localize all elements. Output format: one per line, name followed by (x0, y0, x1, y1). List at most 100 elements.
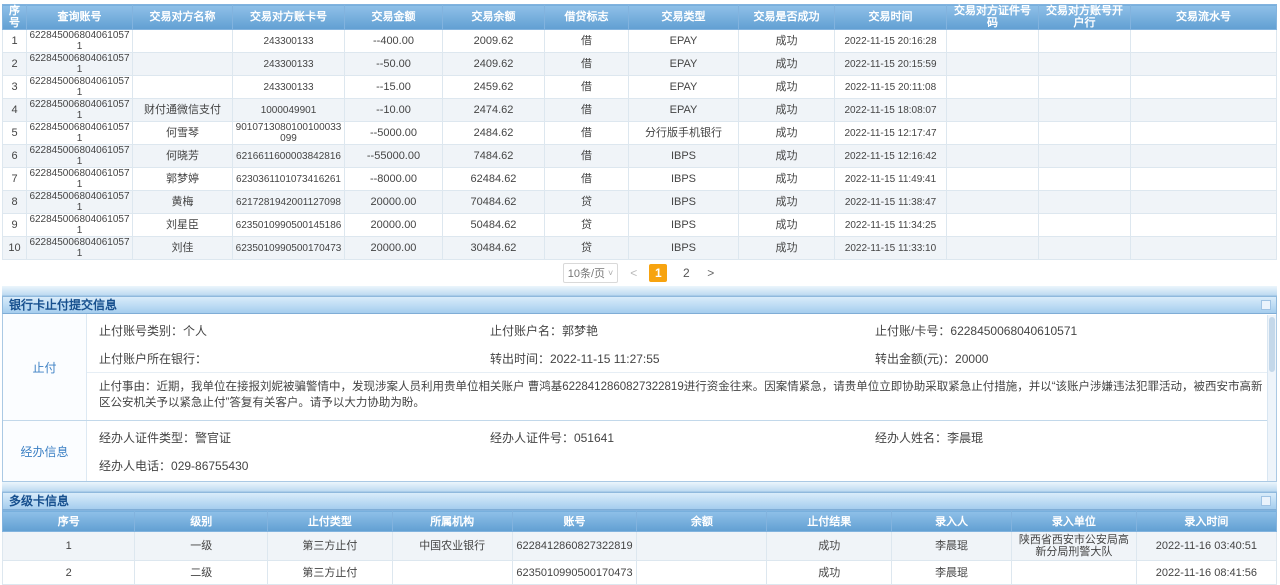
cell-counterparty-cert-no (947, 99, 1039, 122)
page-button-2[interactable]: 2 (677, 264, 695, 282)
multi-card-table: 序号级别止付类型所属机构账号余额止付结果录入人录入单位录入时间 1 一级 第三方… (2, 510, 1277, 585)
cell-amount: --55000.00 (345, 145, 443, 168)
cell-counterparty-card: 6235010990500170473 (233, 237, 345, 260)
cell-balance: 62484.62 (443, 168, 545, 191)
field-label: 止付账/卡号： (875, 324, 950, 338)
cell-result: 成功 (767, 561, 892, 585)
cell-seq: 5 (3, 122, 27, 145)
table-row[interactable]: 1 6228450068040610571 243300133 --400.00… (3, 30, 1277, 53)
cell-debit-credit-flag: 借 (545, 53, 629, 76)
section-title: 银行卡止付提交信息 (9, 298, 117, 312)
column-header: 交易流水号 (1131, 5, 1277, 30)
table-row[interactable]: 9 6228450068040610571 刘星臣 62350109905001… (3, 214, 1277, 237)
section-title: 多级卡信息 (9, 494, 69, 508)
table-row[interactable]: 3 6228450068040610571 243300133 --15.00 … (3, 76, 1277, 99)
collapse-icon[interactable] (1261, 300, 1271, 310)
officer-info-content: 经办人证件类型：警官证 经办人证件号：051641 经办人姓名：李晨琨 经办人电… (87, 421, 1276, 481)
cell-serial-no (1131, 76, 1277, 99)
table-row[interactable]: 10 6228450068040610571 刘佳 62350109905001… (3, 237, 1277, 260)
next-page-button[interactable]: > (705, 266, 716, 280)
cell-counterparty-name: 黄梅 (133, 191, 233, 214)
cell-balance (637, 561, 767, 585)
side-label-officer: 经办信息 (3, 421, 87, 481)
cell-counterparty-bank (1039, 237, 1131, 260)
field-label: 经办人证件类型： (99, 431, 195, 445)
prev-page-button[interactable]: < (628, 266, 639, 280)
fields-row: 经办人电话：029-86755430 (87, 451, 1276, 479)
stop-payment-content: 止付账号类别：个人 止付账户名：郭梦艳 止付账/卡号：6228450068040… (87, 314, 1276, 420)
column-header: 止付结果 (767, 511, 892, 532)
table-row[interactable]: 8 6228450068040610571 黄梅 621728194200112… (3, 191, 1277, 214)
cell-counterparty-name (133, 53, 233, 76)
cell-success: 成功 (739, 122, 835, 145)
cell-stop-type: 第三方止付 (267, 532, 392, 561)
cell-amount: --50.00 (345, 53, 443, 76)
cell-counterparty-bank (1039, 30, 1131, 53)
cell-counterparty-bank (1039, 168, 1131, 191)
cell-counterparty-name: 郭梦婷 (133, 168, 233, 191)
cell-account: 6228412860827322819 (512, 532, 637, 561)
table-row[interactable]: 4 6228450068040610571 财付通微信支付 1000049901… (3, 99, 1277, 122)
field-label: 止付账户名： (490, 324, 562, 338)
cell-counterparty-cert-no (947, 191, 1039, 214)
section-header-multi-card: 多级卡信息 (2, 492, 1277, 510)
page-button-1[interactable]: 1 (649, 264, 667, 282)
cell-debit-credit-flag: 借 (545, 122, 629, 145)
cell-org (392, 561, 512, 585)
cell-query-account: 6228450068040610571 (27, 214, 133, 237)
transaction-panel: 序号查询账号交易对方名称交易对方账卡号交易金额交易余额借贷标志交易类型交易是否成… (2, 4, 1277, 286)
cell-counterparty-card: 6216611600003842816 (233, 145, 345, 168)
field-value: 警官证 (195, 431, 231, 445)
cell-counterparty-cert-no (947, 214, 1039, 237)
table-row[interactable]: 2 二级 第三方止付 6235010990500170473 成功 李晨琨 20… (3, 561, 1277, 585)
field-label: 转出时间： (490, 352, 550, 366)
field-label: 止付账户所在银行： (99, 352, 207, 366)
cell-seq: 10 (3, 237, 27, 260)
cell-query-account: 6228450068040610571 (27, 145, 133, 168)
cell-amount: --15.00 (345, 76, 443, 99)
cell-result: 成功 (767, 532, 892, 561)
column-header: 交易类型 (629, 5, 739, 30)
cell-serial-no (1131, 168, 1277, 191)
cell-query-account: 6228450068040610571 (27, 76, 133, 99)
column-header: 交易金额 (345, 5, 443, 30)
cell-counterparty-bank (1039, 191, 1131, 214)
cell-transaction-type: IBPS (629, 145, 739, 168)
table-row[interactable]: 2 6228450068040610571 243300133 --50.00 … (3, 53, 1277, 76)
table-row[interactable]: 1 一级 第三方止付 中国农业银行 6228412860827322819 成功… (3, 532, 1277, 561)
cell-counterparty-cert-no (947, 145, 1039, 168)
cell-seq: 1 (3, 30, 27, 53)
table-row[interactable]: 7 6228450068040610571 郭梦婷 62303611010734… (3, 168, 1277, 191)
officer-info-group: 经办信息 经办人证件类型：警官证 经办人证件号：051641 经办人姓名：李晨琨 (3, 420, 1276, 481)
cell-query-account: 6228450068040610571 (27, 53, 133, 76)
cell-level: 二级 (135, 561, 267, 585)
table-row[interactable]: 5 6228450068040610571 何雪琴 90107130801001… (3, 122, 1277, 145)
cell-success: 成功 (739, 237, 835, 260)
field-label: 经办人姓名： (875, 431, 947, 445)
stop-payment-group: 止付 止付账号类别：个人 止付账户名：郭梦艳 止付账/卡号：6228450068… (3, 314, 1276, 420)
collapse-icon[interactable] (1261, 496, 1271, 506)
field-value: 李晨琨 (947, 431, 983, 445)
cell-balance: 2474.62 (443, 99, 545, 122)
cell-serial-no (1131, 237, 1277, 260)
cell-counterparty-cert-no (947, 30, 1039, 53)
cell-counterparty-cert-no (947, 122, 1039, 145)
cell-transaction-time: 2022-11-15 20:16:28 (835, 30, 947, 53)
scrollbar-thumb[interactable] (1269, 317, 1275, 372)
column-header: 交易时间 (835, 5, 947, 30)
cell-seq: 1 (3, 532, 135, 561)
table-row[interactable]: 6 6228450068040610571 何晓芳 62166116000038… (3, 145, 1277, 168)
cell-unit (1011, 561, 1136, 585)
page-size-select[interactable]: 10条/页 ˅ (563, 263, 619, 283)
cell-entry-time: 2022-11-16 08:41:56 (1136, 561, 1276, 585)
cell-transaction-type: EPAY (629, 76, 739, 99)
cell-amount: --8000.00 (345, 168, 443, 191)
cell-amount: 20000.00 (345, 191, 443, 214)
cell-balance: 2009.62 (443, 30, 545, 53)
field-value: 个人 (183, 324, 207, 338)
scrollbar[interactable] (1267, 315, 1276, 481)
cell-counterparty-bank (1039, 53, 1131, 76)
field-label: 经办人电话： (99, 459, 171, 473)
field-transfer-amount: 转出金额(元)：20000 (875, 350, 1266, 367)
panel-divider (2, 482, 1277, 492)
